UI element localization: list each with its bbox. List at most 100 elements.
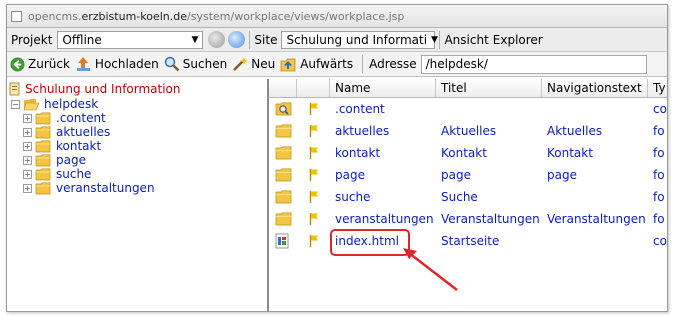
search-button[interactable]: Suchen (164, 56, 227, 72)
row-state-cell (297, 124, 330, 138)
row-icon-cell[interactable] (269, 145, 297, 161)
tree-item-kontakt[interactable]: + kontakt (9, 139, 267, 153)
separator (362, 55, 364, 73)
header-navtext[interactable]: Navigationstext (542, 79, 648, 97)
tree-item-page[interactable]: + page (9, 153, 267, 167)
row-state-cell (297, 102, 330, 116)
html-file-icon (275, 233, 289, 249)
project-value: Offline (62, 32, 102, 47)
list-row[interactable]: .content co (269, 98, 667, 120)
explorer-main: Schulung und Information − helpdesk + .co… (7, 79, 667, 311)
row-icon-cell[interactable] (269, 123, 297, 139)
project-label: Projekt (11, 32, 53, 47)
folder-search-icon (275, 101, 292, 115)
row-type: fo (653, 124, 665, 138)
publish-icon[interactable] (208, 31, 226, 48)
row-name[interactable]: kontakt (330, 146, 436, 160)
row-title: Veranstaltungen (441, 212, 540, 226)
site-select[interactable]: Schulung und Informati ▼ (281, 30, 438, 49)
tree-root[interactable]: Schulung und Information (9, 81, 267, 97)
header-type[interactable]: Ty (648, 79, 667, 97)
upload-label: Hochladen (94, 57, 159, 71)
folder-icon (35, 111, 51, 124)
row-type: co (653, 102, 667, 116)
row-name[interactable]: suche (330, 190, 436, 204)
folder-icon (35, 125, 51, 138)
url-bar[interactable]: opencms. erzbistum-koeln.de/system/workpl… (7, 5, 667, 28)
expand-icon[interactable]: + (23, 113, 32, 123)
row-icon-cell[interactable] (269, 233, 297, 249)
flag-icon (309, 213, 318, 225)
list-row[interactable]: page page page fo (269, 164, 667, 186)
new-button[interactable]: Neu (232, 56, 275, 72)
expand-icon[interactable]: + (23, 141, 32, 151)
row-state-cell (297, 212, 330, 226)
row-name[interactable]: index.html (330, 234, 436, 248)
expand-icon[interactable]: + (23, 183, 32, 193)
tree-item-label: aktuelles (56, 125, 111, 139)
list-row[interactable]: kontakt Kontakt Kontakt fo (269, 142, 667, 164)
list-row[interactable]: veranstaltungen Veranstaltungen Veranstalt… (269, 208, 667, 230)
tree-item-aktuelles[interactable]: + aktuelles (9, 125, 267, 139)
header-icon-column[interactable] (269, 79, 297, 97)
tree-item-label: .content (56, 111, 106, 125)
flag-icon (309, 169, 318, 181)
folder-icon (35, 139, 51, 152)
site-root-icon (9, 82, 20, 96)
row-navtext: page (547, 168, 577, 182)
tree-item-label: veranstaltungen (56, 181, 155, 195)
row-type: fo (653, 168, 665, 182)
row-icon-cell[interactable] (269, 101, 297, 117)
tree-item-suche[interactable]: + suche (9, 167, 267, 181)
row-navtext: Kontakt (547, 146, 593, 160)
folder-icon (35, 167, 51, 180)
row-title: page (441, 168, 471, 182)
up-button[interactable]: Aufwärts (280, 57, 353, 72)
row-navtext: Aktuelles (547, 124, 603, 138)
url-path: /system/workplace/views/workplace.jsp (187, 9, 405, 23)
header-name[interactable]: Name (330, 79, 436, 97)
row-name[interactable]: aktuelles (330, 124, 436, 138)
list-row[interactable]: aktuelles Aktuelles Aktuelles fo (269, 120, 667, 142)
tree-item-veranstaltungen[interactable]: + veranstaltungen (9, 181, 267, 195)
project-select[interactable]: Offline ▼ (57, 30, 204, 49)
list-row[interactable]: suche Suche fo (269, 186, 667, 208)
expand-icon[interactable]: + (23, 127, 32, 137)
row-name[interactable]: veranstaltungen (330, 212, 436, 226)
back-arrow-icon (10, 56, 25, 72)
url-host: erzbistum-koeln.de (81, 9, 188, 23)
refresh-icon[interactable] (228, 31, 246, 48)
upload-button[interactable]: Hochladen (75, 56, 159, 72)
view-value[interactable]: Explorer (493, 33, 543, 47)
url-prefix: opencms. (28, 9, 82, 23)
header-state-column[interactable] (297, 79, 330, 97)
list-row[interactable]: index.html Startseite co (269, 230, 667, 252)
separator (439, 30, 441, 49)
row-name[interactable]: page (330, 168, 436, 182)
row-title: Kontakt (441, 146, 487, 160)
tree-item-content[interactable]: + .content (9, 111, 267, 125)
back-button[interactable]: Zurück (10, 56, 70, 72)
row-icon-cell[interactable] (269, 211, 297, 227)
row-navtext: Veranstaltungen (547, 212, 646, 226)
row-type: fo (653, 212, 665, 226)
back-label: Zurück (28, 57, 70, 71)
row-name[interactable]: .content (330, 102, 436, 116)
header-title[interactable]: Titel (436, 79, 542, 97)
row-title: Startseite (441, 234, 500, 248)
folder-icon (275, 145, 292, 159)
dropdown-arrow-icon: ▼ (431, 34, 438, 45)
row-icon-cell[interactable] (269, 167, 297, 183)
search-icon (164, 56, 180, 72)
folder-icon (275, 123, 292, 137)
tree-item-label: kontakt (56, 139, 102, 153)
address-field[interactable]: /helpdesk/ (420, 54, 647, 74)
tree-item-helpdesk[interactable]: − helpdesk (9, 97, 267, 111)
tree-root-label: Schulung und Information (25, 82, 181, 96)
collapse-icon[interactable]: − (11, 99, 20, 109)
expand-icon[interactable]: + (23, 169, 32, 179)
flag-icon (309, 147, 318, 159)
row-icon-cell[interactable] (269, 189, 297, 205)
expand-icon[interactable]: + (23, 155, 32, 165)
site-label: Site (254, 32, 278, 47)
